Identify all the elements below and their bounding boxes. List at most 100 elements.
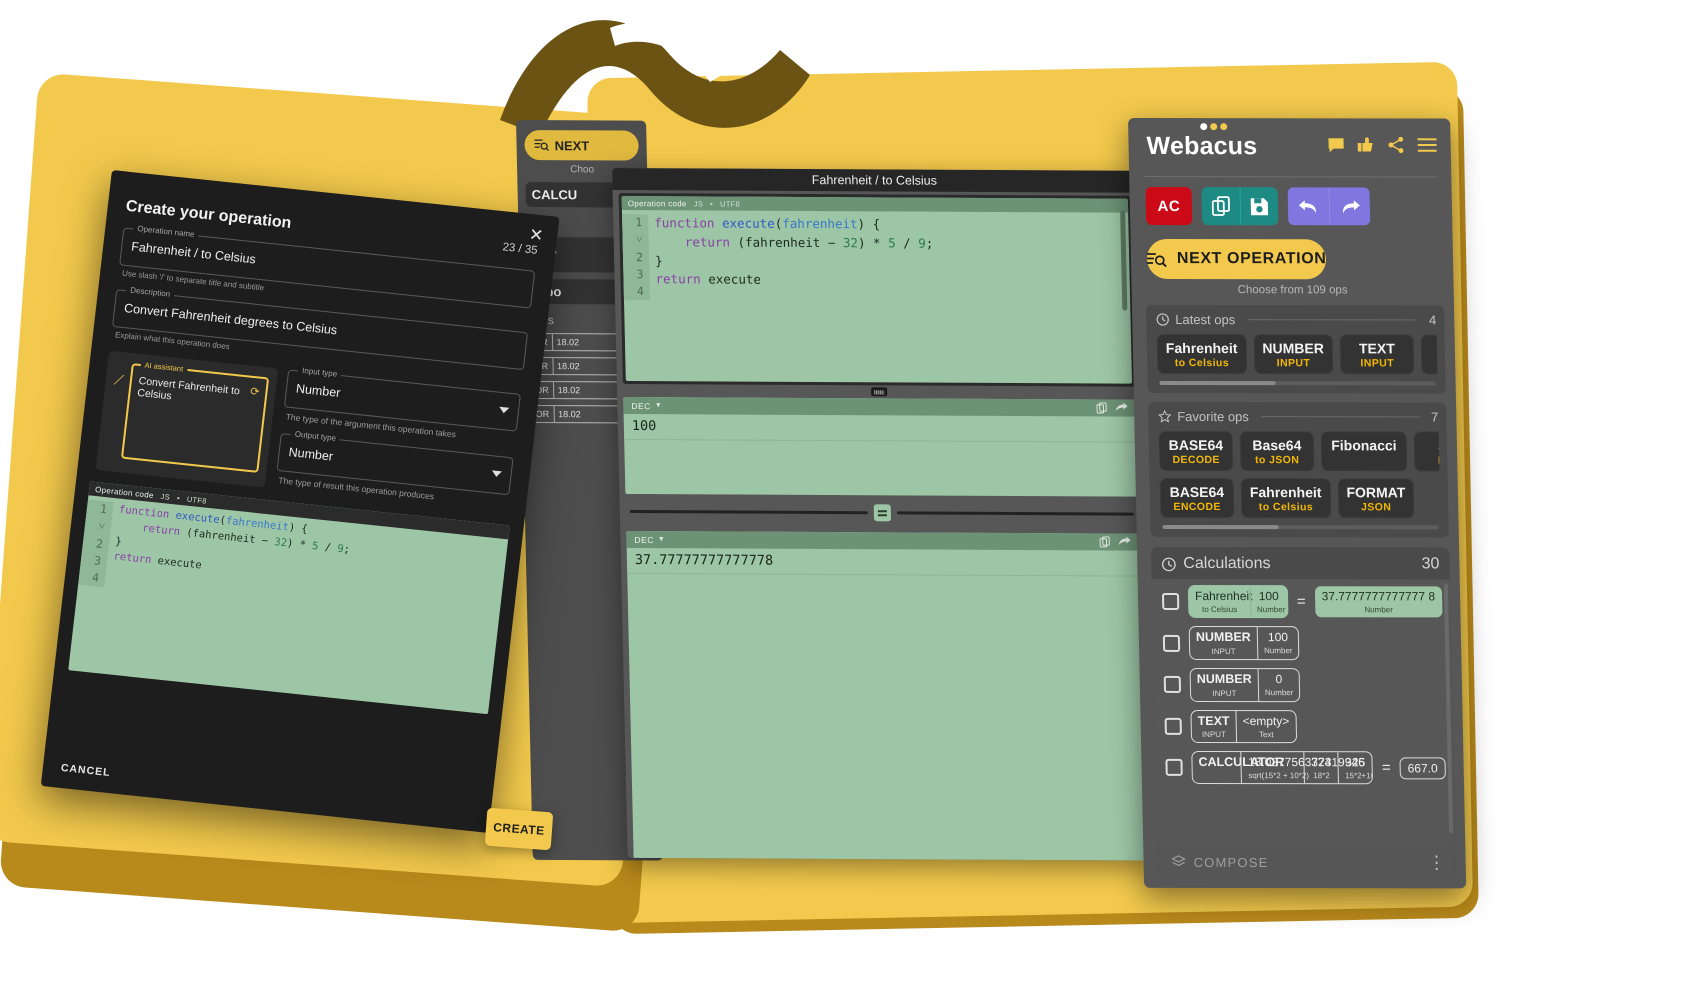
calc-op-pill[interactable]: NUMBER INPUT 100 Number (1188, 626, 1300, 661)
input-value[interactable]: 100 (623, 413, 1137, 443)
favorite-ops-scrollbar[interactable] (1162, 525, 1439, 530)
code-num-32: 32 (842, 234, 859, 251)
ai-assistant-input[interactable]: AI assistant Convert Fahrenheit to Celsi… (120, 360, 270, 473)
list-search-icon (534, 139, 549, 152)
copy-icon[interactable] (1096, 402, 1107, 414)
calc-op-pill[interactable]: NUMBER INPUT 0 Number (1189, 667, 1301, 702)
calculations-scrollbar[interactable] (1443, 583, 1454, 834)
calc-arg3-unit: 15*2+10*2 (1344, 771, 1374, 781)
copy-button[interactable] (1201, 187, 1241, 226)
calc-op-cell: NUMBER INPUT (1191, 669, 1259, 701)
bg-calc-val: 18.02 (552, 382, 585, 399)
dialog-code-editor[interactable]: Operation code JS • UTF8 1 ˅ 2 3 4 function… (68, 481, 510, 715)
all-clear-button[interactable]: AC (1145, 187, 1193, 226)
latest-ops-list[interactable]: Fahrenheit to Celsius NUMBER INPUT TEXT … (1156, 333, 1438, 375)
op-chip-calculator[interactable]: CAL (1420, 334, 1438, 375)
row-checkbox[interactable] (1163, 676, 1182, 694)
chevron-down-icon[interactable] (498, 406, 510, 414)
calc-op-sub: INPUT (1201, 730, 1226, 740)
row-checkbox[interactable] (1162, 634, 1181, 652)
save-button[interactable] (1239, 187, 1279, 226)
calculation-row[interactable]: NUMBER INPUT 0 Number (1163, 667, 1445, 702)
header-icon-group (1327, 128, 1437, 154)
row-checkbox[interactable] (1161, 593, 1180, 611)
dlg-fn-execute: execute (174, 509, 221, 527)
refresh-icon[interactable]: ⟳ (250, 385, 261, 399)
undo-icon (1298, 199, 1317, 213)
row-checkbox[interactable] (1165, 759, 1183, 777)
latest-ops-scrollbar[interactable] (1159, 381, 1436, 386)
calc-op-pill[interactable]: Fahrenheit to Celsius 100 Number (1187, 585, 1289, 619)
output-format-label[interactable]: DEC (634, 534, 654, 544)
op-chip-base64-decode[interactable]: BASE64 DECODE (1158, 431, 1234, 472)
op-chip-text-input[interactable]: TEXT INPUT (1339, 334, 1415, 375)
bg-next-operation-button[interactable]: NEXT (524, 130, 639, 161)
calculation-row[interactable]: CALCULATOR 18.027756377319946 sqrt(15*2 … (1165, 751, 1446, 785)
row-checkbox[interactable] (1164, 717, 1182, 735)
calculation-row[interactable]: NUMBER INPUT 100 Number (1162, 626, 1444, 661)
chevron-down-icon[interactable]: ▼ (655, 402, 662, 409)
create-button[interactable]: CREATE (484, 807, 554, 851)
comment-icon[interactable] (1327, 137, 1344, 153)
next-operation-subtitle: Choose from 109 ops (1237, 284, 1348, 297)
calc-arg-unit: Number (1256, 605, 1286, 615)
cancel-button[interactable]: CANCEL (60, 762, 111, 779)
redo-button[interactable] (1328, 187, 1371, 226)
op-chip-format-json[interactable]: FORMAT JSON (1337, 478, 1415, 519)
calc-equals: = (1381, 759, 1391, 777)
thumbs-up-icon[interactable] (1357, 136, 1374, 153)
share-icon[interactable] (1118, 536, 1131, 548)
next-operation-label: NEXT OPERATION (1176, 250, 1327, 268)
calculations-list[interactable]: Fahrenheit to Celsius 100 Number = 37.77… (1151, 579, 1457, 880)
chevron-down-icon[interactable] (491, 470, 502, 478)
close-icon[interactable]: ✕ (528, 225, 544, 245)
copy-icon[interactable] (1099, 536, 1110, 548)
op-chip-base64-to-json[interactable]: Base64 to JSON (1239, 431, 1315, 472)
ai-assistant-card: ⟋ AI assistant Convert Fahrenheit to Cel… (95, 350, 279, 488)
app-brand-text: Webacus (1146, 132, 1258, 161)
calc-result-pill[interactable]: 37.7777777777777 8 Number (1314, 586, 1443, 618)
op-chip-fahrenheit-to-celsius[interactable]: Fahrenheit to Celsius (1156, 333, 1247, 375)
share-icon[interactable] (1387, 136, 1404, 154)
favorite-ops-count: 7 (1430, 409, 1439, 425)
op-chip-fibonacci[interactable]: Fibonacci (1320, 431, 1408, 472)
calc-op-pill[interactable]: TEXT INPUT <empty> Text (1190, 709, 1297, 744)
operation-code-editor[interactable]: Operation code JS • UTF8 1 ˅ 2 3 4 function… (618, 193, 1136, 387)
resize-grip[interactable] (871, 387, 888, 397)
favorite-ops-row-2[interactable]: BASE64 ENCODE Fahrenheit to Celsius FORM… (1159, 478, 1441, 519)
op-chip-subtitle: to JSON (1254, 454, 1300, 467)
calc-op-pill[interactable]: CALCULATOR 18.027756377319946 sqrt(15*2 … (1191, 751, 1374, 785)
op-chip-base64-encode[interactable]: BASE64 ENCODE (1159, 478, 1235, 519)
screenshot-stage: NEXT Choo CALCU os Bas to J Fibo tions O… (0, 0, 1683, 994)
calculation-row[interactable]: TEXT INPUT <empty> Text (1164, 709, 1445, 744)
ai-assistant-value[interactable]: Convert Fahrenheit to Celsius (137, 375, 259, 411)
undo-button[interactable] (1287, 187, 1330, 226)
overflow-menu-icon[interactable]: ⋮ (1427, 853, 1445, 874)
operation-input-box[interactable]: DEC ▼ 100 (623, 396, 1138, 497)
input-format-label[interactable]: DEC (631, 401, 651, 411)
redo-icon (1342, 199, 1360, 213)
next-operation-button[interactable]: NEXT OPERATION (1146, 239, 1327, 280)
logo-dots (1200, 123, 1228, 131)
menu-icon[interactable] (1417, 138, 1437, 153)
clock-icon (1156, 313, 1169, 326)
code-area[interactable]: Operation code JS • UTF8 1 ˅ 2 3 4 function… (621, 196, 1133, 384)
compose-bar[interactable]: COMPOSE ⋮ (1157, 845, 1457, 880)
latest-ops-title: Latest ops (1175, 312, 1236, 328)
toolbar: AC (1129, 177, 1452, 232)
latest-ops-count: 4 (1428, 312, 1437, 328)
calc-arg2-value: 324 (1311, 755, 1332, 770)
code-lines[interactable]: function execute(fahrenheit) { return (f… (648, 214, 1130, 303)
favorite-ops-row-1[interactable]: BASE64 DECODE Base64 to JSON Fibonacci S… (1158, 431, 1440, 472)
equals-button[interactable] (873, 504, 891, 522)
calculation-row[interactable]: Fahrenheit to Celsius 100 Number = 37.77… (1161, 585, 1443, 619)
op-chip-fahrenheit-favorite[interactable]: Fahrenheit to Celsius (1240, 478, 1332, 519)
chevron-down-icon[interactable]: ▼ (658, 536, 665, 543)
calc-arg-cell: 100 Number (1249, 586, 1288, 618)
calc-result-pill[interactable]: 667.0 (1399, 756, 1446, 780)
latest-ops-header: Latest ops 4 (1156, 312, 1436, 327)
op-chip-simulate-page[interactable]: Sim Page (1413, 431, 1440, 472)
op-chip-number-input[interactable]: NUMBER INPUT (1253, 334, 1334, 375)
share-icon[interactable] (1115, 402, 1128, 414)
operation-output-box[interactable]: DEC ▼ 37.77777777777778 (626, 530, 1146, 861)
